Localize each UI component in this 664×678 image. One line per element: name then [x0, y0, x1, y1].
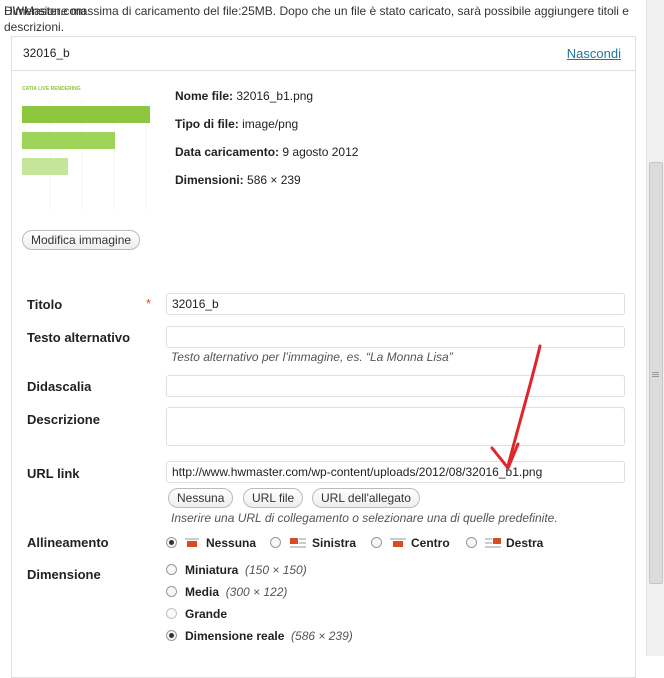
meta-upload-date: Data caricamento: 9 agosto 2012	[175, 145, 359, 159]
url-link-help: Inserire una URL di collegamento o selez…	[171, 511, 558, 525]
upload-size-notice: Dimensione massima di caricamento del fi…	[4, 3, 644, 35]
hide-link[interactable]: Nascondi	[567, 46, 621, 61]
size-medium-label: Media (300 × 122)	[185, 585, 288, 599]
align-right-icon	[485, 538, 501, 548]
notice-text: Dimensione massima di caricamento del fi…	[4, 4, 629, 34]
required-mark: *	[146, 296, 152, 311]
annotation-arrow	[490, 344, 542, 470]
meta-filename: Nome file: 32016_b1.png	[175, 89, 314, 103]
align-center-label: Centro	[411, 536, 450, 550]
thumbnail-bar	[22, 132, 115, 149]
attachment-header: 32016_b Nascondi	[12, 37, 635, 71]
url-attachment-button[interactable]: URL dell'allegato	[312, 488, 420, 508]
size-full-label: Dimensione reale (586 × 239)	[185, 629, 353, 643]
alt-text-help: Testo alternativo per l’immagine, es. “L…	[171, 350, 453, 364]
align-none-icon	[185, 538, 199, 547]
url-none-button[interactable]: Nessuna	[168, 488, 234, 508]
scrollbar-grip-icon	[652, 372, 659, 373]
size-large-label: Grande	[185, 607, 228, 621]
title-label: Titolo	[27, 297, 63, 312]
watermark-text: HWMaster.com	[4, 4, 87, 18]
align-right-radio[interactable]	[466, 537, 477, 548]
thumbnail-title: CATIA LIVE RENDERING	[22, 86, 81, 92]
attachment-name: 32016_b	[23, 46, 70, 60]
title-input[interactable]	[166, 293, 625, 315]
alt-text-label: Testo alternativo	[27, 330, 131, 345]
scrollbar-thumb[interactable]	[649, 162, 663, 584]
align-left-label: Sinistra	[312, 536, 357, 550]
vertical-scrollbar[interactable]	[646, 0, 664, 656]
align-left-radio[interactable]	[270, 537, 281, 548]
align-none-radio[interactable]	[166, 537, 177, 548]
meta-filetype: Tipo di file: image/png	[175, 117, 299, 131]
url-link-label: URL link	[27, 466, 80, 481]
align-left-icon	[290, 538, 306, 548]
meta-dimensions: Dimensioni: 586 × 239	[175, 173, 301, 187]
align-right-label: Destra	[506, 536, 544, 550]
size-large-radio[interactable]	[166, 608, 177, 619]
size-full-radio[interactable]	[166, 630, 177, 641]
edit-image-button[interactable]: Modifica immagine	[22, 230, 141, 250]
description-label: Descrizione	[27, 412, 100, 427]
size-medium-radio[interactable]	[166, 586, 177, 597]
size-thumbnail-radio[interactable]	[166, 564, 177, 575]
size-label: Dimensione	[27, 567, 101, 582]
alignment-label: Allineamento	[27, 535, 109, 550]
align-center-icon	[390, 538, 406, 547]
align-center-radio[interactable]	[371, 537, 382, 548]
attachment-thumbnail: CATIA LIVE RENDERING	[22, 86, 150, 210]
size-thumbnail-label: Miniatura (150 × 150)	[185, 563, 307, 577]
align-none-label: Nessuna	[206, 536, 257, 550]
caption-label: Didascalia	[27, 379, 92, 394]
thumbnail-bar	[22, 106, 150, 123]
thumbnail-bar	[22, 158, 68, 175]
url-file-button[interactable]: URL file	[243, 488, 304, 508]
